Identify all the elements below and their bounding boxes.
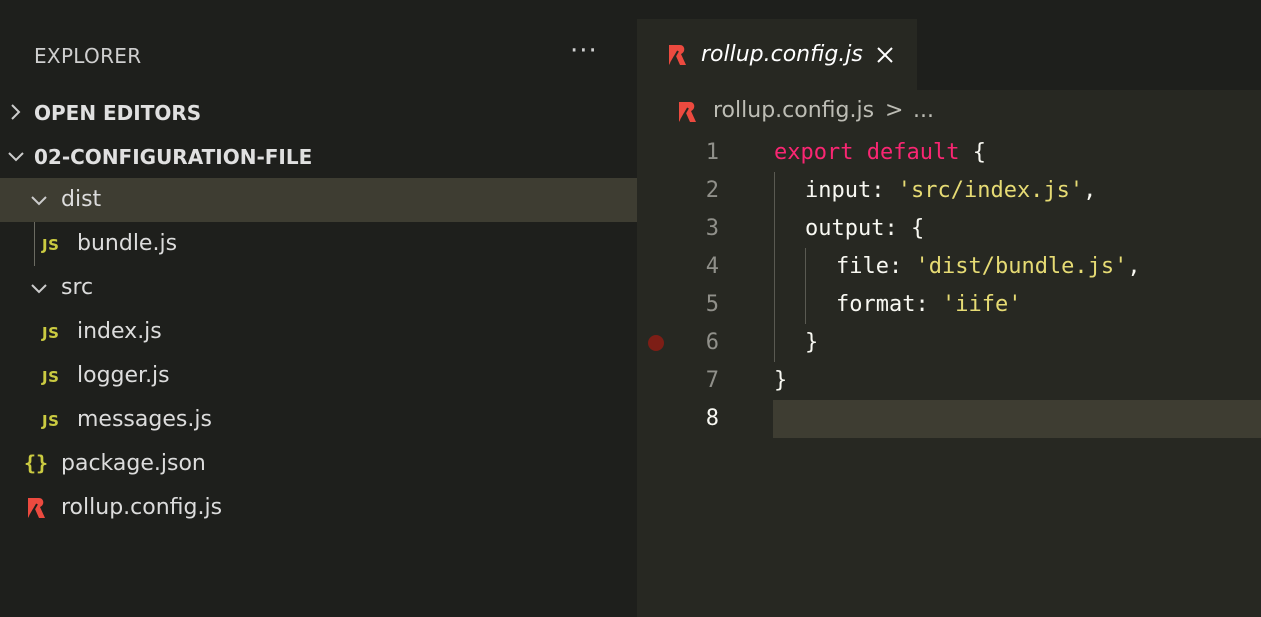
chevron-down-icon — [31, 284, 47, 294]
string-token: 'iife' — [941, 292, 1022, 317]
punctuation-token: : { — [884, 216, 925, 241]
line-number: 6 — [705, 330, 719, 355]
tab-rollup-config[interactable]: rollup.config.js — [637, 19, 917, 90]
chevron-down-icon — [8, 152, 24, 162]
tree-file-rollup-config[interactable]: rollup.config.js — [0, 486, 637, 530]
code-line-8[interactable]: 8 — [637, 400, 1261, 438]
rollup-logo-icon — [669, 45, 686, 65]
tree-item-label: src — [61, 275, 94, 300]
tree-item-label: index.js — [77, 319, 162, 344]
tree-file-messages-js[interactable]: JS messages.js — [0, 398, 637, 442]
section-project[interactable]: 02-CONFIGURATION-FILE — [0, 134, 637, 178]
breadcrumb-symbols[interactable]: ... — [913, 98, 934, 123]
code-line-5[interactable]: 5 format: 'iife' — [637, 286, 1261, 324]
chevron-right-icon — [11, 104, 21, 120]
code-line-6[interactable]: 6 } — [637, 324, 1261, 362]
punctuation-token: , — [1127, 254, 1141, 279]
json-file-icon: {} — [24, 451, 49, 475]
code-text: } — [774, 368, 788, 393]
tree-item-label: bundle.js — [77, 231, 178, 256]
code-text: format: 'iife' — [836, 292, 1021, 317]
string-token: 'src/index.js' — [897, 178, 1084, 203]
code-text: export default { — [774, 140, 986, 165]
tab-bar: rollup.config.js — [637, 0, 1261, 90]
breadcrumb-separator: > — [885, 98, 904, 123]
code-text: output: { — [805, 216, 924, 241]
rollup-logo-icon — [28, 498, 45, 518]
line-number: 4 — [705, 254, 719, 279]
punctuation-token: { — [959, 140, 986, 165]
javascript-file-icon: JS — [42, 236, 60, 254]
code-line-2[interactable]: 2 input: 'src/index.js', — [637, 172, 1261, 210]
close-icon[interactable] — [875, 45, 895, 65]
indent-guide — [805, 248, 806, 324]
javascript-file-icon: JS — [42, 412, 60, 430]
line-number: 1 — [705, 140, 719, 165]
keyword-token: export — [774, 140, 854, 165]
property-token: file — [836, 254, 889, 279]
tree-item-label: dist — [61, 187, 102, 212]
tree-item-label: rollup.config.js — [61, 495, 223, 520]
current-line-highlight — [773, 400, 1261, 438]
code-text: input: 'src/index.js', — [805, 178, 1096, 203]
punctuation-token: : — [871, 178, 898, 203]
tree-file-index-js[interactable]: JS index.js — [0, 310, 637, 354]
keyword-token: default — [866, 140, 960, 165]
punctuation-token: : — [915, 292, 942, 317]
line-number: 5 — [705, 292, 719, 317]
property-token: format — [836, 292, 916, 317]
tree-folder-src[interactable]: src — [0, 266, 637, 310]
code-line-7[interactable]: 7 } — [637, 362, 1261, 400]
code-text: file: 'dist/bundle.js', — [836, 254, 1141, 279]
tree-folder-dist[interactable]: dist — [0, 178, 637, 222]
section-open-editors[interactable]: OPEN EDITORS — [0, 90, 637, 134]
explorer-title: EXPLORER — [34, 44, 142, 68]
rollup-logo-icon — [679, 102, 696, 122]
property-token: output — [805, 216, 885, 241]
tree-file-logger-js[interactable]: JS logger.js — [0, 354, 637, 398]
string-token: 'dist/bundle.js' — [915, 254, 1128, 279]
section-label: OPEN EDITORS — [34, 101, 202, 125]
tree-item-label: logger.js — [77, 363, 170, 388]
code-line-1[interactable]: 1 export default { — [637, 134, 1261, 172]
tab-label: rollup.config.js — [701, 42, 863, 67]
javascript-file-icon: JS — [42, 368, 60, 386]
indent-guide — [774, 172, 775, 362]
punctuation-token: , — [1083, 178, 1097, 203]
javascript-file-icon: JS — [42, 324, 60, 342]
tree-file-bundle-js[interactable]: JS bundle.js — [0, 222, 637, 266]
property-token: input — [805, 178, 872, 203]
line-number: 8 — [705, 406, 719, 431]
breakpoint-dot[interactable] — [648, 335, 664, 351]
tree-item-label: messages.js — [77, 407, 212, 432]
tree-file-package-json[interactable]: {} package.json — [0, 442, 637, 486]
code-text: } — [805, 330, 819, 355]
code-line-4[interactable]: 4 file: 'dist/bundle.js', — [637, 248, 1261, 286]
tree-item-label: package.json — [61, 451, 206, 476]
line-number: 3 — [705, 216, 719, 241]
explorer-header: EXPLORER ··· — [0, 0, 637, 90]
editor-area: rollup.config.js rollup.config.js > ... … — [637, 0, 1261, 617]
code-line-3[interactable]: 3 output: { — [637, 210, 1261, 248]
chevron-down-icon — [31, 196, 47, 206]
explorer-sidebar: EXPLORER ··· OPEN EDITORS 02-CONFIGURATI… — [0, 0, 637, 617]
section-label: 02-CONFIGURATION-FILE — [34, 145, 313, 169]
line-number: 2 — [705, 178, 719, 203]
breadcrumb-file[interactable]: rollup.config.js — [713, 98, 874, 123]
punctuation-token: : — [888, 254, 916, 279]
line-number: 7 — [705, 368, 719, 393]
more-actions-button[interactable]: ··· — [570, 36, 598, 66]
